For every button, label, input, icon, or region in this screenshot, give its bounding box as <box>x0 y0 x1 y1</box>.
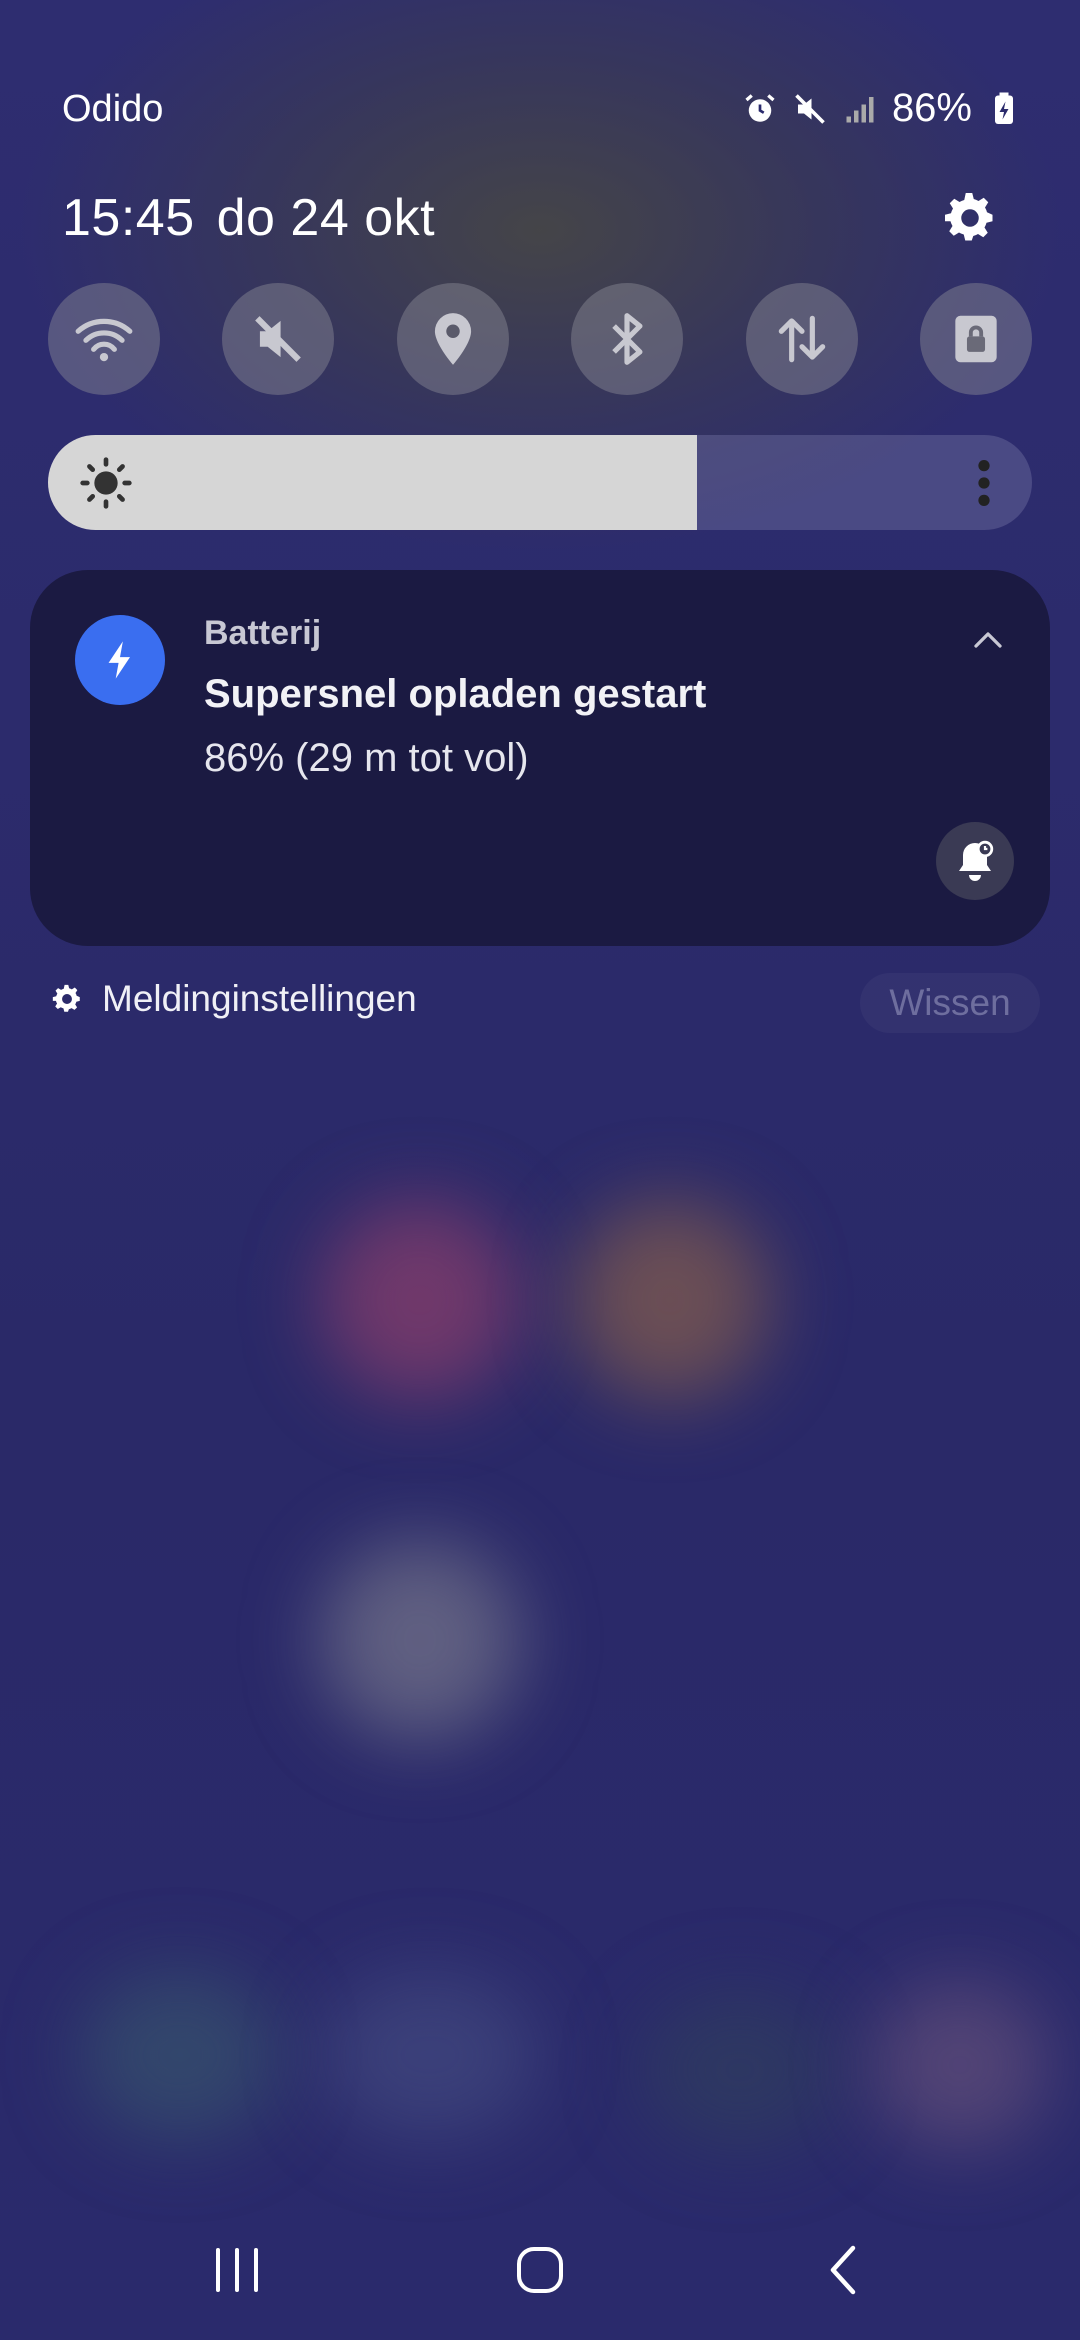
blurred-dock-icon <box>640 1990 840 2150</box>
home-button[interactable] <box>500 2230 580 2310</box>
recent-apps-button[interactable] <box>197 2230 277 2310</box>
bluetooth-icon <box>612 313 643 365</box>
location-icon <box>434 313 471 365</box>
gear-icon <box>52 984 80 1012</box>
blurred-dock-icon <box>80 1970 280 2140</box>
lightning-bolt-icon <box>108 641 130 679</box>
notification-body: 86% (29 m tot vol) <box>204 736 529 780</box>
snooze-button[interactable] <box>936 822 1014 900</box>
status-bar: Odido 86% <box>0 0 1080 160</box>
qs-location-toggle[interactable] <box>396 283 509 395</box>
qs-rotation-lock-toggle[interactable] <box>919 283 1032 395</box>
blurred-dock-icon <box>320 1970 540 2140</box>
notification-settings-link[interactable]: Meldinginstellingen <box>50 978 417 1020</box>
date-label: do 24 okt <box>216 189 436 247</box>
notification-title: Supersnel opladen gestart <box>204 672 707 716</box>
battery-notification-card[interactable]: Batterij Supersnel opladen gestart 86% (… <box>30 570 1050 946</box>
carrier-name: Odido <box>62 88 164 130</box>
rotation-lock-icon <box>955 315 997 363</box>
notification-app-name: Batterij <box>204 614 322 652</box>
back-button[interactable] <box>803 2230 883 2310</box>
mute-icon <box>795 93 825 124</box>
signal-icon <box>846 96 874 122</box>
qs-bluetooth-toggle[interactable] <box>571 283 684 395</box>
clock-time: 15:45 <box>62 189 195 247</box>
navigation-bar <box>0 2230 1080 2310</box>
blurred-app-icon <box>320 1540 520 1740</box>
recent-apps-icon <box>216 2248 258 2292</box>
quick-settings-row <box>48 283 1032 395</box>
clear-notifications-button[interactable]: Wissen <box>860 973 1040 1033</box>
chevron-up-icon[interactable] <box>970 622 1006 658</box>
blurred-dock-icon <box>870 1980 1050 2150</box>
notification-settings-label: Meldinginstellingen <box>102 978 417 1019</box>
settings-gear-icon[interactable] <box>940 188 1000 248</box>
home-icon <box>517 2247 563 2293</box>
data-arrows-icon <box>778 315 825 363</box>
clock-date[interactable]: 15:45 do 24 okt <box>62 188 435 248</box>
brightness-sun-icon <box>80 457 132 509</box>
qs-mobile-data-toggle[interactable] <box>745 283 858 395</box>
status-icons: 86% <box>742 86 1022 131</box>
more-options-icon[interactable] <box>974 457 994 509</box>
snooze-bell-icon <box>959 840 994 881</box>
back-chevron-icon <box>830 2245 856 2295</box>
wifi-icon <box>75 318 133 362</box>
battery-charging-icon <box>995 92 1013 124</box>
brightness-level-fill <box>48 435 698 530</box>
alarm-icon <box>745 93 775 122</box>
blurred-app-icon <box>320 1200 520 1400</box>
notification-app-icon <box>75 615 165 705</box>
brightness-slider[interactable] <box>48 435 1032 530</box>
qs-sound-toggle[interactable] <box>222 283 335 395</box>
blurred-app-icon <box>570 1200 770 1400</box>
qs-wifi-toggle[interactable] <box>48 283 160 395</box>
mute-icon <box>255 316 302 362</box>
battery-percent: 86% <box>891 86 972 130</box>
